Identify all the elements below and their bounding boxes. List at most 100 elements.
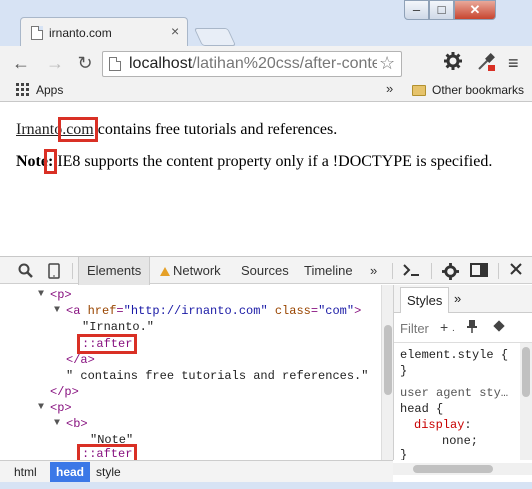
link-text: Irnanto <box>16 121 63 138</box>
irnanto-link[interactable]: Irnanto.com <box>16 117 98 142</box>
apps-link[interactable]: Apps <box>36 83 63 97</box>
divider <box>431 263 432 279</box>
apps-icon[interactable] <box>16 83 30 97</box>
console-drawer-icon[interactable] <box>402 263 420 280</box>
title-bar: irnanto.com × – □ ✕ <box>0 0 532 47</box>
styles-more-chevron[interactable]: » <box>454 291 461 306</box>
pseudo-after-label: ::after <box>76 444 138 460</box>
browser-tab[interactable]: irnanto.com × <box>20 17 188 47</box>
dom-node-b[interactable]: <b> <box>66 416 88 432</box>
page-content: Irnanto.com contains free tutorials and … <box>0 103 532 255</box>
paragraph-2-text: IE8 supports the content property only i… <box>53 153 493 170</box>
rule-head-close: } <box>400 448 408 460</box>
rule-head-property[interactable]: display: <box>414 417 472 433</box>
dom-scrollbar[interactable] <box>381 285 393 460</box>
close-devtools-icon[interactable] <box>510 263 522 278</box>
divider <box>72 263 73 279</box>
dom-node-a-close[interactable]: </a> <box>66 352 95 368</box>
bookmarks-more-chevron[interactable]: » <box>386 81 393 96</box>
reload-button[interactable]: ↻ <box>74 52 96 74</box>
styles-tabbar: Styles » <box>394 285 532 313</box>
dom-node-p-close[interactable]: </p> <box>50 384 79 400</box>
breadcrumb-head[interactable]: head <box>50 462 91 482</box>
tab-network-label: Network <box>173 263 221 278</box>
new-tab-button[interactable] <box>193 28 237 46</box>
address-bar[interactable]: localhost/latihan%20css/after-conte ☆ <box>102 51 402 77</box>
dom-pseudo-after-1[interactable]: ::after <box>76 334 138 354</box>
dom-text-contains[interactable]: " contains free tutorials and references… <box>66 368 368 384</box>
page-icon <box>109 57 121 71</box>
folder-icon <box>412 85 426 96</box>
expand-triangle-icon[interactable]: ▼ <box>54 418 60 429</box>
property-colon: : <box>464 418 472 432</box>
device-mode-icon[interactable] <box>48 263 60 282</box>
devtools-tabbar: Elements Network Sources Timeline » <box>0 256 532 285</box>
dom-text-irnanto[interactable]: "Irnanto." <box>82 319 154 335</box>
bookmark-star-icon[interactable]: ☆ <box>379 53 395 74</box>
tag-p-open: <p> <box>50 288 72 302</box>
paragraph-1: Irnanto.com contains free tutorials and … <box>16 117 337 142</box>
dock-side-icon[interactable] <box>470 263 488 280</box>
dom-tree: ▼ <p> ▼ <a href="http://irnanto.com" cla… <box>0 285 392 460</box>
attr-href-value: "http://irnanto.com" <box>123 304 268 318</box>
dom-node-p[interactable]: <p> <box>50 287 72 303</box>
scroll-thumb[interactable] <box>384 325 392 395</box>
tab-sources[interactable]: Sources <box>241 263 289 278</box>
note-label: Note <box>16 153 48 170</box>
attr-eq: = <box>116 304 124 318</box>
expand-triangle-icon[interactable]: ▼ <box>54 305 60 316</box>
pin-icon[interactable] <box>466 319 478 336</box>
eyedropper-icon[interactable] <box>476 52 496 77</box>
minimize-button[interactable]: – <box>404 0 429 20</box>
element-state-icon[interactable]: . <box>452 323 455 334</box>
tab-styles[interactable]: Styles <box>400 287 450 313</box>
warning-icon <box>160 267 170 276</box>
forward-button[interactable]: → <box>44 52 66 74</box>
maximize-button[interactable]: □ <box>429 0 454 20</box>
tab-title: irnanto.com <box>49 26 112 40</box>
dom-node-p-2[interactable]: <p> <box>50 400 72 416</box>
rule-head-selector[interactable]: head { <box>400 401 443 417</box>
styles-scrollbar[interactable] <box>520 343 532 460</box>
expand-triangle-icon[interactable]: ▼ <box>38 289 44 300</box>
rule-head-value[interactable]: none; <box>442 433 478 449</box>
new-rule-plus-icon[interactable]: + <box>440 319 448 335</box>
tag-a-open: <a <box>66 304 88 318</box>
url-path: /latihan%20css/after-conte <box>192 55 377 72</box>
rule-element-style-selector[interactable]: element.style { <box>400 347 508 363</box>
scroll-thumb[interactable] <box>522 347 530 397</box>
expand-triangle-icon[interactable]: ▼ <box>38 402 44 413</box>
filter-input[interactable]: Filter <box>400 321 429 336</box>
property-name: display <box>414 418 465 432</box>
tab-close-icon[interactable]: × <box>171 23 179 39</box>
window-border <box>0 482 532 489</box>
browser-toolbar: ← → ↻ localhost/latihan%20css/after-cont… <box>0 46 532 80</box>
dom-node-a[interactable]: <a href="http://irnanto.com" class="com"… <box>66 303 361 319</box>
other-bookmarks-link[interactable]: Other bookmarks <box>432 83 524 97</box>
styles-horizontal-scrollbar[interactable] <box>393 463 532 475</box>
styles-pane: Styles » Filter + . element.style { } us… <box>393 285 532 460</box>
url-host: localhost <box>129 55 193 72</box>
gear-icon[interactable] <box>444 52 462 75</box>
close-window-button[interactable]: ✕ <box>454 0 496 20</box>
rule-element-style-close: } <box>400 364 408 378</box>
tab-timeline[interactable]: Timeline <box>304 263 353 278</box>
browser-window: irnanto.com × – □ ✕ ← → ↻ localhost/lati… <box>0 0 532 489</box>
attr-space <box>268 304 275 318</box>
attr-eq: = <box>310 304 319 318</box>
breadcrumb-html[interactable]: html <box>14 465 37 479</box>
divider <box>392 263 393 279</box>
tab-network[interactable]: Network <box>160 263 221 278</box>
tab-elements[interactable]: Elements <box>78 257 151 285</box>
breadcrumb-style[interactable]: style <box>96 465 121 479</box>
back-button[interactable]: ← <box>10 52 32 74</box>
breadcrumb: html head style <box>0 460 393 482</box>
color-format-icon[interactable] <box>492 319 506 336</box>
dom-pseudo-after-2[interactable]: ::after <box>76 444 138 460</box>
url-text[interactable]: localhost/latihan%20css/after-conte <box>129 55 377 73</box>
inspect-icon[interactable] <box>18 263 34 282</box>
more-tabs-chevron[interactable]: » <box>370 263 377 278</box>
menu-icon[interactable]: ≡ <box>508 52 519 74</box>
scroll-thumb[interactable] <box>413 465 493 473</box>
settings-gear-icon[interactable] <box>442 263 459 283</box>
